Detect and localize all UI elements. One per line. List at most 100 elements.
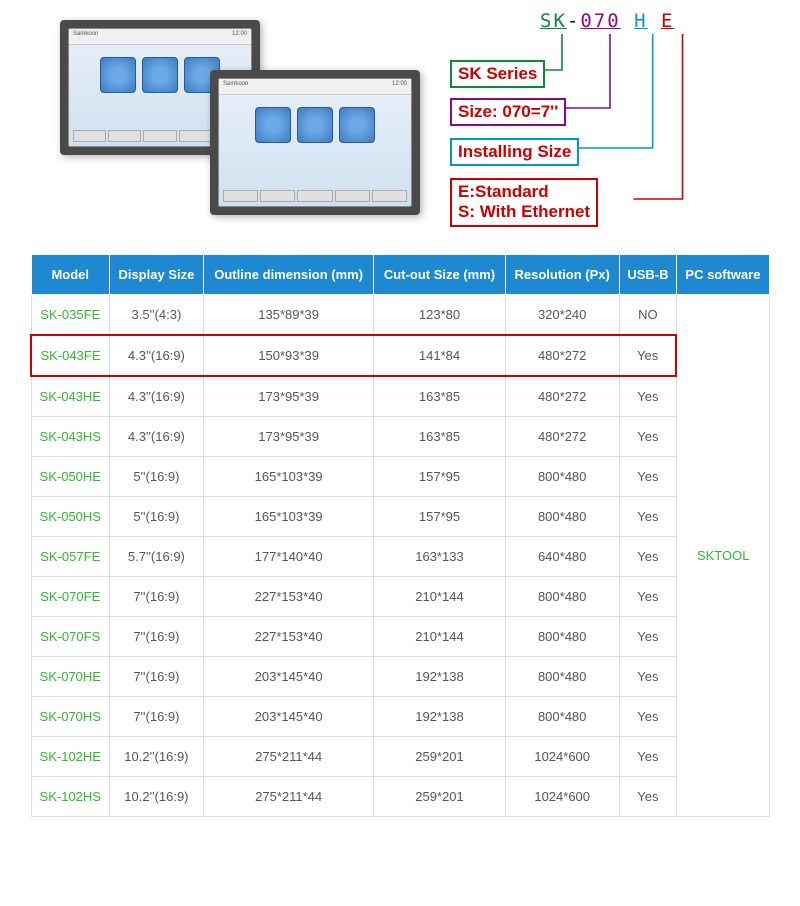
cell-cutout: 259*201 [374, 777, 505, 817]
cell-model: SK-057FE [31, 537, 110, 577]
cell-display: 5''(16:9) [110, 457, 204, 497]
cell-resolution: 800*480 [505, 457, 619, 497]
cell-model: SK-070FE [31, 577, 110, 617]
product-photo-area: Samkoon12:00 Samkoon12:00 [30, 10, 430, 230]
cell-outline: 165*103*39 [203, 457, 374, 497]
table-header-row: Model Display Size Outline dimension (mm… [31, 255, 770, 295]
cell-resolution: 800*480 [505, 617, 619, 657]
cell-cutout: 123*80 [374, 295, 505, 336]
cell-resolution: 480*272 [505, 376, 619, 417]
cell-cutout: 210*144 [374, 617, 505, 657]
cell-model: SK-070HE [31, 657, 110, 697]
cell-model: SK-050HE [31, 457, 110, 497]
cell-display: 5.7''(16:9) [110, 537, 204, 577]
code-part-size: 070 [580, 10, 620, 32]
cell-cutout: 192*138 [374, 697, 505, 737]
cell-usb: Yes [619, 335, 676, 376]
cell-display: 5''(16:9) [110, 497, 204, 537]
cell-outline: 203*145*40 [203, 657, 374, 697]
code-part-variant: E [661, 10, 674, 32]
cell-display: 4.3''(16:9) [110, 376, 204, 417]
cell-usb: Yes [619, 577, 676, 617]
cell-cutout: 157*95 [374, 457, 505, 497]
col-cutout: Cut-out Size (mm) [374, 255, 505, 295]
cell-cutout: 141*84 [374, 335, 505, 376]
legend-sk-series: SK Series [450, 60, 545, 88]
table-row: SK-102HS10.2''(16:9)275*211*44259*201102… [31, 777, 770, 817]
legend-install: Installing Size [450, 138, 579, 166]
model-code-text: SK-070 H E [540, 10, 770, 32]
cell-usb: Yes [619, 537, 676, 577]
cell-model: SK-070FS [31, 617, 110, 657]
cell-model: SK-050HS [31, 497, 110, 537]
cell-outline: 173*95*39 [203, 417, 374, 457]
cell-usb: Yes [619, 617, 676, 657]
cell-model: SK-102HS [31, 777, 110, 817]
table-row: SK-070FS7''(16:9)227*153*40210*144800*48… [31, 617, 770, 657]
cell-model: SK-035FE [31, 295, 110, 336]
cell-outline: 150*93*39 [203, 335, 374, 376]
cell-usb: Yes [619, 657, 676, 697]
cell-display: 7''(16:9) [110, 577, 204, 617]
table-row: SK-043HS4.3''(16:9)173*95*39163*85480*27… [31, 417, 770, 457]
col-pcsw: PC software [676, 255, 769, 295]
cell-cutout: 210*144 [374, 577, 505, 617]
cell-display: 4.3''(16:9) [110, 335, 204, 376]
cell-resolution: 800*480 [505, 657, 619, 697]
cell-usb: NO [619, 295, 676, 336]
cell-resolution: 800*480 [505, 577, 619, 617]
cell-outline: 203*145*40 [203, 697, 374, 737]
cell-display: 3.5''(4:3) [110, 295, 204, 336]
cell-usb: Yes [619, 777, 676, 817]
cell-display: 7''(16:9) [110, 617, 204, 657]
cell-resolution: 320*240 [505, 295, 619, 336]
table-row: SK-070HE7''(16:9)203*145*40192*138800*48… [31, 657, 770, 697]
cell-pc-software: SKTOOL [676, 295, 769, 817]
code-part-sk: SK [540, 10, 567, 32]
cell-display: 7''(16:9) [110, 697, 204, 737]
table-row: SK-035FE3.5''(4:3)135*89*39123*80320*240… [31, 295, 770, 336]
cell-cutout: 259*201 [374, 737, 505, 777]
cell-resolution: 480*272 [505, 417, 619, 457]
table-row: SK-043FE4.3''(16:9)150*93*39141*84480*27… [31, 335, 770, 376]
spec-table: Model Display Size Outline dimension (mm… [30, 254, 770, 817]
col-resolution: Resolution (Px) [505, 255, 619, 295]
cell-cutout: 192*138 [374, 657, 505, 697]
cell-cutout: 157*95 [374, 497, 505, 537]
cell-model: SK-043FE [31, 335, 110, 376]
cell-resolution: 1024*600 [505, 777, 619, 817]
cell-display: 7''(16:9) [110, 657, 204, 697]
cell-outline: 275*211*44 [203, 777, 374, 817]
legend-size: Size: 070=7'' [450, 98, 566, 126]
cell-usb: Yes [619, 417, 676, 457]
table-row: SK-070HS7''(16:9)203*145*40192*138800*48… [31, 697, 770, 737]
table-row: SK-070FE7''(16:9)227*153*40210*144800*48… [31, 577, 770, 617]
hmi-device-image-2: Samkoon12:00 [210, 70, 420, 215]
cell-outline: 227*153*40 [203, 577, 374, 617]
cell-display: 4.3''(16:9) [110, 417, 204, 457]
table-row: SK-057FE5.7''(16:9)177*140*40163*133640*… [31, 537, 770, 577]
cell-model: SK-043HS [31, 417, 110, 457]
cell-usb: Yes [619, 737, 676, 777]
cell-model: SK-070HS [31, 697, 110, 737]
cell-usb: Yes [619, 376, 676, 417]
cell-usb: Yes [619, 697, 676, 737]
cell-resolution: 1024*600 [505, 737, 619, 777]
top-section: Samkoon12:00 Samkoon12:00 SK-070 H E [0, 0, 800, 254]
cell-usb: Yes [619, 497, 676, 537]
cell-model: SK-102HE [31, 737, 110, 777]
cell-outline: 275*211*44 [203, 737, 374, 777]
cell-model: SK-043HE [31, 376, 110, 417]
cell-resolution: 480*272 [505, 335, 619, 376]
cell-cutout: 163*133 [374, 537, 505, 577]
table-row: SK-102HE10.2''(16:9)275*211*44259*201102… [31, 737, 770, 777]
cell-display: 10.2''(16:9) [110, 777, 204, 817]
cell-usb: Yes [619, 457, 676, 497]
col-model: Model [31, 255, 110, 295]
cell-outline: 165*103*39 [203, 497, 374, 537]
model-naming-diagram: SK-070 H E SK Series Size: 070=7'' Insta… [450, 10, 770, 234]
cell-resolution: 640*480 [505, 537, 619, 577]
spec-table-container: Model Display Size Outline dimension (mm… [0, 254, 800, 827]
col-display: Display Size [110, 255, 204, 295]
cell-outline: 173*95*39 [203, 376, 374, 417]
